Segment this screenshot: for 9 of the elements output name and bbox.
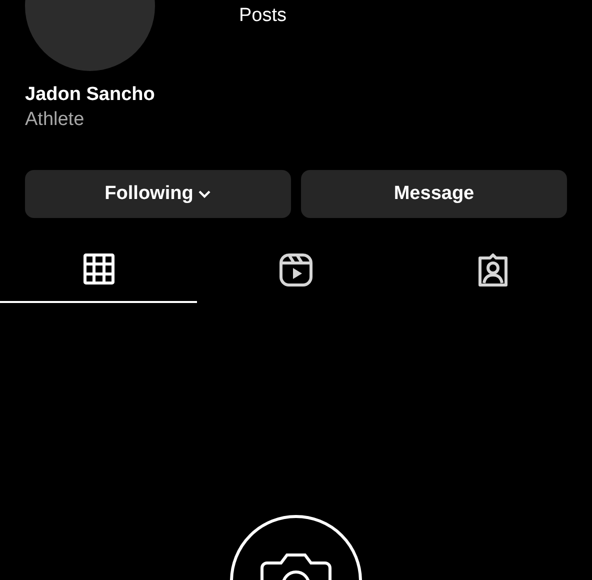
profile-name: Jadon Sancho [24, 84, 156, 106]
tagged-person-icon [476, 253, 510, 287]
grid-icon [82, 253, 115, 285]
reels-icon [278, 253, 313, 287]
following-button[interactable]: Following [25, 170, 291, 218]
stat-label: Posts [239, 5, 287, 27]
profile-category: Athlete [24, 109, 86, 131]
caret-icon [198, 190, 212, 198]
message-button[interactable]: Message [301, 170, 567, 218]
